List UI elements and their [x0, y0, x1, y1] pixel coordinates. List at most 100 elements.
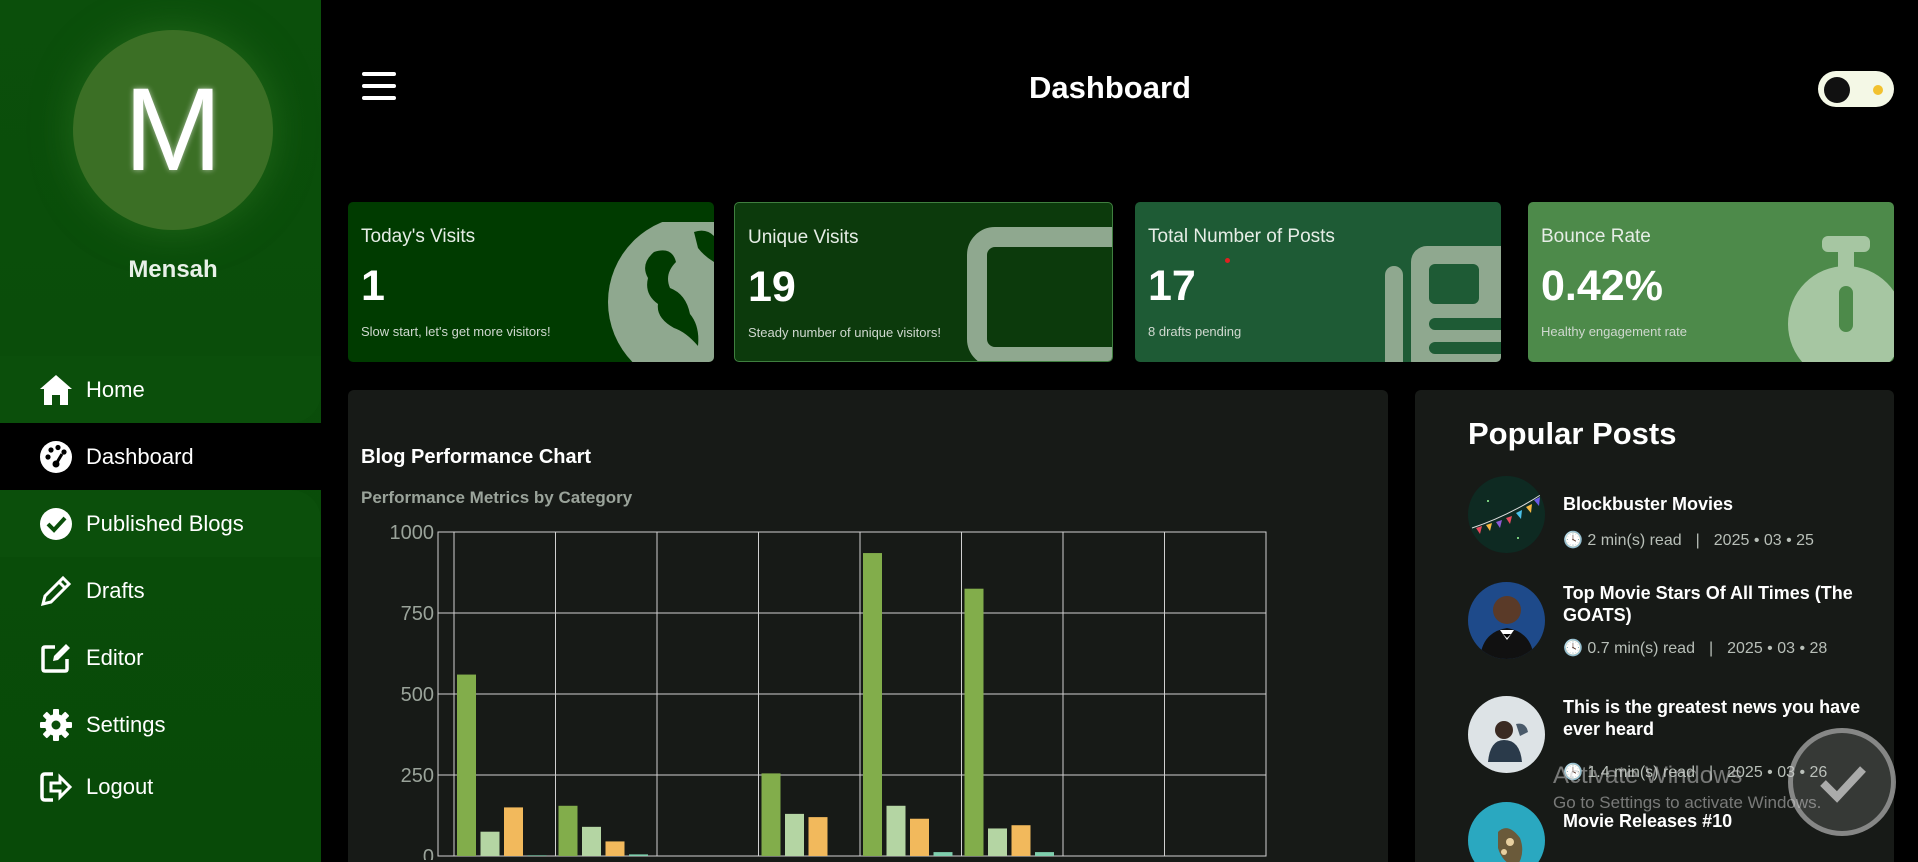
- chart-bar: [910, 818, 929, 856]
- chart-bar: [1035, 852, 1054, 856]
- globe-icon: [594, 216, 714, 362]
- chart-bar: [988, 828, 1007, 856]
- chart-bar: [504, 807, 523, 856]
- meta-separator: |: [1708, 640, 1714, 657]
- chart-bar: [886, 805, 906, 856]
- y-tick-label: 500: [401, 684, 434, 706]
- sidebar: M Mensah Home Dashboard Published Blogs: [0, 0, 321, 862]
- sidebar-item-label: Logout: [86, 774, 154, 799]
- chart-bar: [933, 852, 953, 856]
- stat-note: Healthy engagement rate: [1541, 324, 1687, 339]
- stat-title: Total Number of Posts: [1148, 226, 1335, 247]
- sidebar-item-logout[interactable]: Logout: [0, 758, 321, 816]
- chart-bar: [863, 553, 882, 856]
- chart-bar: [629, 854, 648, 856]
- chart-panel: Blog Performance Chart Performance Metri…: [348, 390, 1388, 862]
- y-tick-label: 750: [401, 603, 434, 625]
- chart-bar: [582, 826, 601, 856]
- chart-bar: [480, 831, 500, 856]
- sidebar-nav: Home Dashboard Published Blogs Drafts Ed…: [0, 356, 321, 816]
- chart-bar: [964, 588, 984, 856]
- sidebar-item-label: Editor: [86, 644, 144, 670]
- nav-active-background: Dashboard: [0, 423, 321, 490]
- post-thumbnail: [1468, 476, 1545, 553]
- sidebar-item-published-blogs[interactable]: Published Blogs: [0, 490, 321, 557]
- post-title[interactable]: Top Movie Stars Of All Times (The GOATS): [1563, 582, 1863, 626]
- post-thumbnail: [1468, 802, 1545, 862]
- hamburger-line: [362, 72, 396, 76]
- post-meta: 🕓 2 min(s) read | 2025 • 03 • 25: [1563, 530, 1814, 550]
- sidebar-item-settings[interactable]: Settings: [0, 691, 321, 758]
- clock-icon: 🕓: [1563, 532, 1583, 549]
- sidebar-item-label: Published Blogs: [86, 510, 244, 536]
- post-read-time: 2 min(s) read: [1587, 532, 1682, 549]
- chart-bar: [558, 805, 578, 856]
- y-tick-label: 250: [401, 765, 434, 787]
- sidebar-item-label: Home: [86, 376, 145, 402]
- chart-bar: [761, 773, 781, 856]
- stat-title: Bounce Rate: [1541, 226, 1651, 247]
- post-read-time: 0.7 min(s) read: [1587, 640, 1695, 657]
- stat-card-todays-visits: Today's Visits 1 Slow start, let's get m…: [348, 202, 714, 362]
- stat-title: Today's Visits: [361, 226, 476, 247]
- chart-bar: [808, 817, 828, 856]
- stat-note: Steady number of unique visitors!: [748, 325, 941, 340]
- meta-separator: |: [1695, 532, 1700, 549]
- post-meta: 🕓 0.7 min(s) read | 2025 • 03 • 28: [1563, 638, 1827, 658]
- post-date: 2025 • 03 • 25: [1713, 532, 1814, 549]
- logout-icon: [38, 769, 74, 805]
- chart-bar: [1011, 825, 1031, 856]
- edit-square-icon: [38, 640, 74, 676]
- post-title[interactable]: Blockbuster Movies: [1563, 493, 1863, 515]
- chart-subtitle: Performance Metrics by Category: [361, 488, 633, 507]
- y-tick-label: 1000: [390, 522, 435, 544]
- sidebar-item-editor[interactable]: Editor: [0, 624, 321, 691]
- sidebar-item-drafts[interactable]: Drafts: [0, 557, 321, 624]
- tablet-icon: [967, 223, 1112, 361]
- hamburger-line: [362, 96, 396, 100]
- sidebar-item-home[interactable]: Home: [0, 356, 321, 423]
- user-name: Mensah: [128, 256, 218, 283]
- home-icon: [38, 372, 74, 408]
- stat-note: Slow start, let's get more visitors!: [361, 324, 551, 339]
- chart-bar: [457, 674, 476, 856]
- stat-value: 17: [1148, 262, 1196, 310]
- stat-card-bounce-rate: Bounce Rate 0.42% Healthy engagement rat…: [1528, 202, 1894, 362]
- gauge-icon: [38, 439, 74, 475]
- sidebar-item-label: Dashboard: [86, 443, 194, 469]
- stat-note: 8 drafts pending: [1148, 324, 1242, 339]
- theme-toggle[interactable]: [1818, 71, 1894, 107]
- sun-indicator-icon: [1873, 85, 1883, 95]
- windows-watermark-title: Activate Windows: [1553, 762, 1743, 789]
- chart-title: Blog Performance Chart: [361, 446, 592, 468]
- windows-watermark-subtitle: Go to Settings to activate Windows.: [1553, 793, 1822, 812]
- stat-title: Unique Visits: [748, 227, 859, 248]
- post-thumbnail: [1468, 696, 1545, 773]
- stat-value: 19: [748, 263, 796, 311]
- pencil-icon: [38, 573, 74, 609]
- scroll-to-top-button[interactable]: [1788, 728, 1896, 836]
- sidebar-item-dashboard[interactable]: Dashboard: [26, 423, 321, 490]
- page-title: Dashboard: [1029, 70, 1191, 105]
- stat-value: 1: [361, 262, 385, 310]
- stat-card-total-posts: Total Number of Posts 17 8 drafts pendin…: [1135, 202, 1501, 362]
- avatar[interactable]: M: [73, 30, 273, 230]
- sidebar-item-label: Settings: [86, 711, 166, 737]
- red-dot: [1225, 258, 1230, 263]
- stopwatch-icon: [1784, 222, 1894, 362]
- check-circle-icon: [38, 506, 74, 542]
- stat-value: 0.42%: [1541, 262, 1663, 310]
- chart-bar: [605, 841, 625, 856]
- stat-card-unique-visits: Unique Visits 19 Steady number of unique…: [734, 202, 1113, 362]
- post-thumbnail: [1468, 582, 1545, 659]
- popular-posts-title: Popular Posts: [1468, 416, 1677, 451]
- clock-icon: 🕓: [1563, 640, 1583, 657]
- chart-bar: [527, 855, 547, 856]
- y-tick-label: 0: [423, 846, 434, 860]
- hamburger-line: [362, 84, 396, 88]
- check-icon: [1820, 766, 1866, 803]
- menu-toggle-button[interactable]: [362, 72, 396, 106]
- gear-icon: [38, 707, 74, 743]
- newspaper-icon: [1381, 222, 1501, 362]
- sidebar-item-label: Drafts: [86, 577, 145, 603]
